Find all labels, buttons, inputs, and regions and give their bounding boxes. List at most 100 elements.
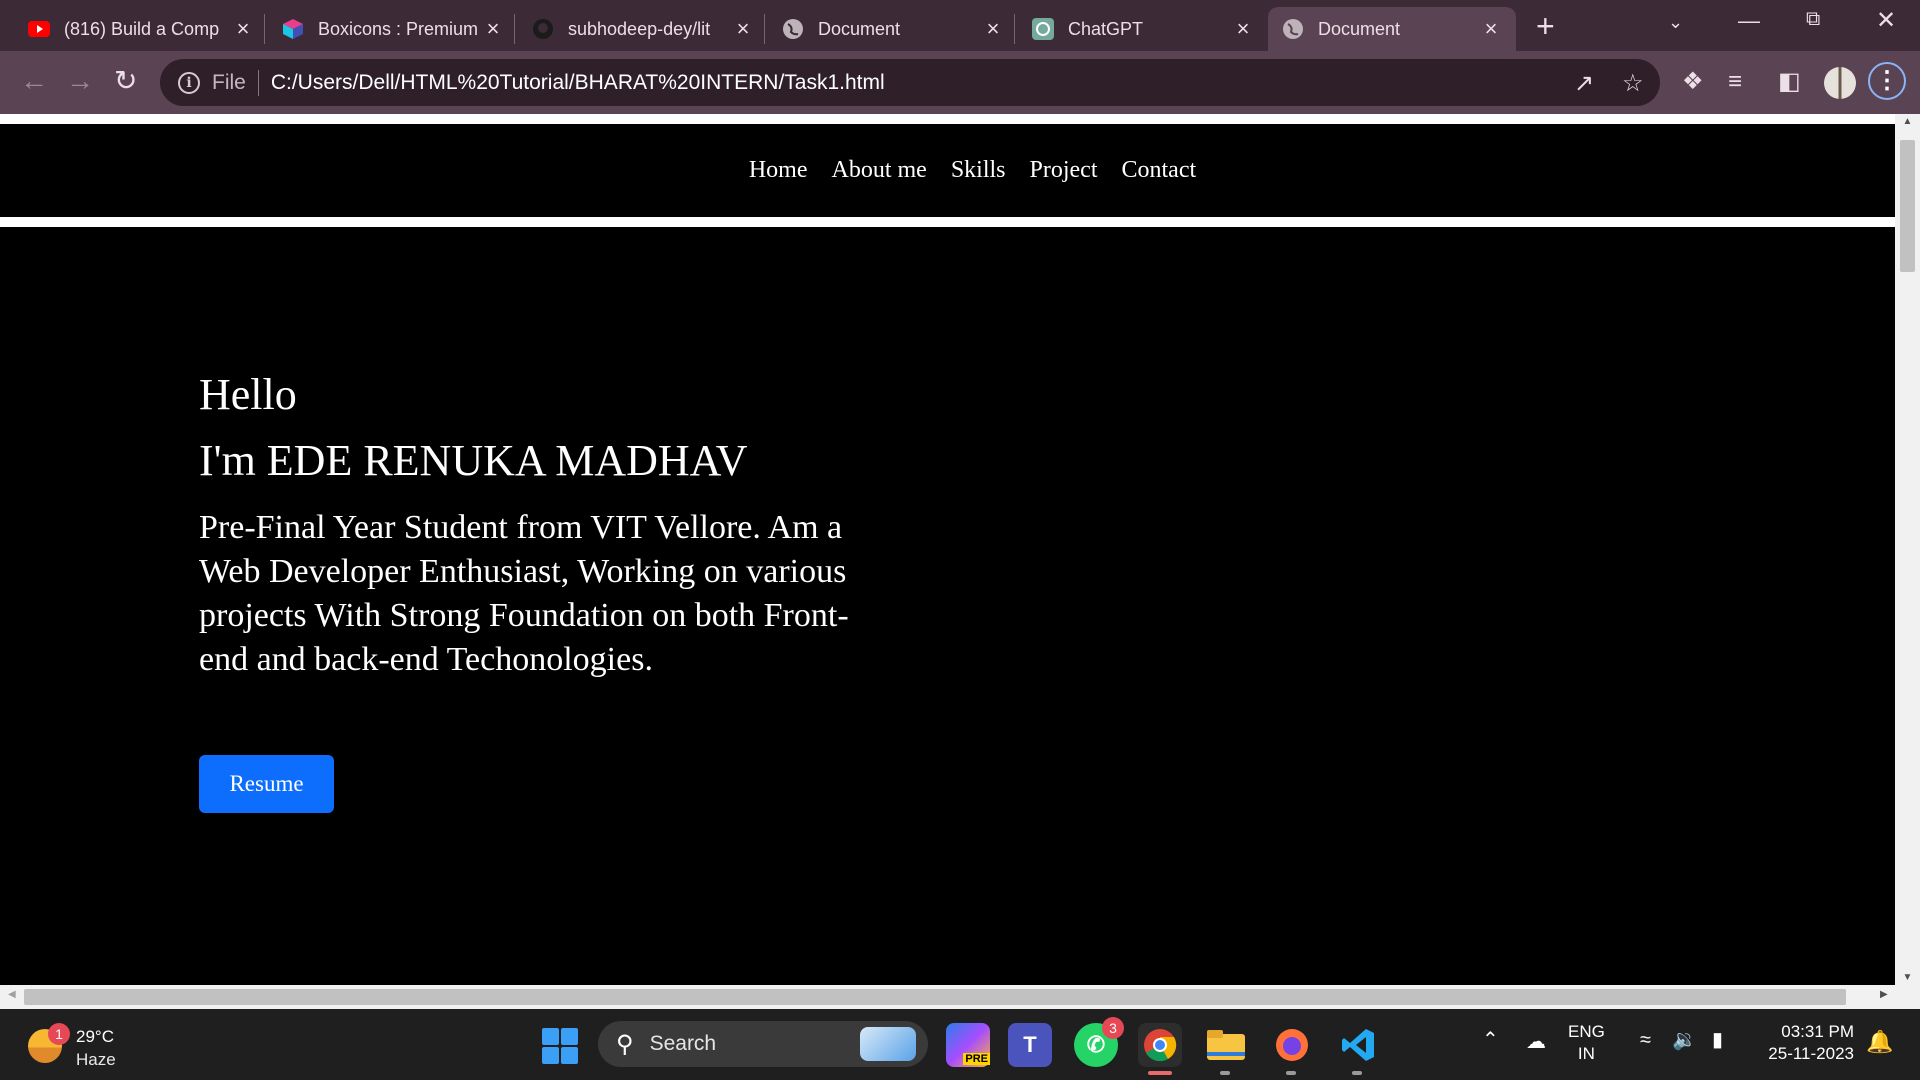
close-tab-icon[interactable]: × [982,16,1004,42]
language-region: IN [1577,1044,1595,1063]
whatsapp-icon[interactable]: ✆ 3 [1074,1017,1124,1067]
close-window-icon[interactable]: ✕ [1876,6,1896,35]
tab-document-active[interactable]: Document × [1268,7,1516,51]
reading-list-icon[interactable]: ≡ [1728,65,1742,99]
tab-separator [264,14,265,44]
url-text[interactable]: C:/Users/Dell/HTML%20Tutorial/BHARAT%20I… [271,71,885,95]
weather-temperature: 29°C [76,1027,114,1046]
onedrive-cloud-icon[interactable]: ☁ [1526,1029,1546,1054]
globe-icon [1282,18,1304,40]
info-icon[interactable]: i [178,71,200,94]
input-language[interactable]: ENG IN [1568,1021,1605,1065]
horizontal-scrollbar[interactable]: ◀ ▶ [0,985,1920,1009]
resume-button[interactable]: Resume [199,755,334,813]
tab-title: subhodeep-dey/lit [568,18,711,39]
close-tab-icon[interactable]: × [482,16,504,42]
close-tab-icon[interactable]: × [1232,16,1254,42]
close-tab-icon[interactable]: × [232,16,254,42]
weather-notification-badge: 1 [48,1023,70,1045]
hero-greeting: Hello [199,370,297,419]
tab-title: ChatGPT [1068,18,1144,39]
new-tab-button[interactable]: + [1536,10,1555,42]
omnibox-divider [257,69,259,96]
vertical-scroll-thumb[interactable] [1900,140,1915,272]
globe-icon [782,18,804,40]
minimize-icon[interactable]: — [1738,8,1760,34]
scroll-left-icon[interactable]: ◀ [8,989,16,1000]
reload-icon[interactable]: ↻ [114,65,137,97]
hero-name: I'm EDE RENUKA MADHAV [199,436,748,485]
weather-widget[interactable]: 1 29°C Haze [26,1023,146,1069]
nav-link-project[interactable]: Project [1030,157,1098,184]
running-app-indicator [1220,1071,1230,1075]
close-tab-icon[interactable]: × [1480,16,1502,42]
tab-title: Document [1318,18,1401,39]
bookmark-star-icon[interactable]: ☆ [1622,69,1644,98]
battery-charging-icon[interactable]: ▮ [1712,1027,1723,1052]
restore-icon[interactable]: ⧉ [1806,8,1820,31]
hero-section: Hello I'm EDE RENUKA MADHAV Pre-Final Ye… [199,368,879,682]
scroll-up-icon[interactable]: ▲ [1895,116,1920,127]
running-app-indicator [1286,1071,1296,1075]
extensions-puzzle-icon[interactable]: ❖ [1682,65,1704,99]
clock-date: 25-11-2023 [1768,1044,1854,1063]
share-icon[interactable]: ↗ [1574,69,1594,98]
firefox-icon[interactable] [1270,1023,1314,1075]
youtube-icon [28,18,50,40]
active-app-indicator [1148,1071,1172,1075]
scroll-right-icon[interactable]: ▶ [1880,989,1888,1000]
profile-avatar[interactable] [1824,67,1856,99]
nav-link-skills[interactable]: Skills [951,157,1006,184]
file-explorer-icon[interactable] [1204,1023,1248,1075]
nav-link-contact[interactable]: Contact [1122,157,1197,184]
tab-boxicons[interactable]: Boxicons : Premium × [268,7,518,51]
back-icon[interactable]: ← [20,65,48,97]
tab-separator [514,14,515,44]
running-app-indicator [1352,1071,1362,1075]
pre-badge-icon: PRE [963,1053,990,1065]
clock-time: 03:31 PM [1781,1022,1854,1041]
page-viewport: Home About me Skills Project Contact Hel… [0,114,1895,985]
horizontal-scroll-thumb[interactable] [24,989,1846,1005]
chrome-icon[interactable] [1138,1023,1182,1075]
windows-logo-pane [542,1047,559,1064]
side-panel-icon[interactable]: ◧ [1778,65,1801,99]
close-tab-icon[interactable]: × [732,16,754,42]
github-icon [532,18,554,40]
tab-chatgpt[interactable]: ChatGPT × [1018,7,1268,51]
tab-youtube[interactable]: (816) Build a Comp × [14,7,268,51]
taskbar-search[interactable]: ⚲ Search [598,1021,928,1067]
nav-bottom-border [0,217,1895,227]
scroll-down-icon[interactable]: ▼ [1895,972,1920,983]
nav-link-about[interactable]: About me [831,157,926,184]
volume-icon[interactable]: 🔉 [1672,1027,1697,1052]
browser-toolbar: ← → ↻ i File C:/Users/Dell/HTML%20Tutori… [0,51,1920,114]
search-icon: ⚲ [616,1030,634,1058]
windows-logo-pane [542,1028,559,1045]
windows-logo-pane [561,1047,578,1064]
system-clock[interactable]: 03:31 PM 25-11-2023 [1754,1021,1854,1065]
windows-logo-pane [561,1028,578,1045]
nav-link-home[interactable]: Home [749,157,808,184]
forward-icon[interactable]: → [66,65,94,97]
tab-search-chevron-icon[interactable]: ⌄ [1668,12,1683,33]
site-navigation: Home About me Skills Project Contact [0,124,1895,217]
tab-separator [1014,14,1015,44]
start-button[interactable] [542,1028,578,1064]
copilot-preview-icon[interactable]: PRE [946,1023,990,1067]
vscode-icon[interactable] [1336,1023,1380,1075]
tab-github[interactable]: subhodeep-dey/lit × [518,7,768,51]
vertical-scrollbar[interactable]: ▲ ▼ [1895,114,1920,985]
show-hidden-icons-chevron-icon[interactable]: ⌃ [1482,1027,1499,1052]
browser-tab-strip: (816) Build a Comp × Boxicons : Premium … [0,0,1920,51]
browser-menu-icon[interactable]: ⋮ [1868,62,1906,100]
tab-document[interactable]: Document × [768,7,1018,51]
tab-title: (816) Build a Comp [64,18,220,39]
teams-icon[interactable]: T [1008,1023,1052,1067]
weather-condition: Haze [76,1050,116,1069]
address-bar[interactable]: i File C:/Users/Dell/HTML%20Tutorial/BHA… [160,59,1660,106]
language-code: ENG [1568,1022,1605,1041]
wifi-icon[interactable]: ≈ [1640,1029,1651,1052]
scheme-label: File [212,70,246,94]
notification-bell-icon[interactable]: 🔔 [1866,1029,1893,1055]
